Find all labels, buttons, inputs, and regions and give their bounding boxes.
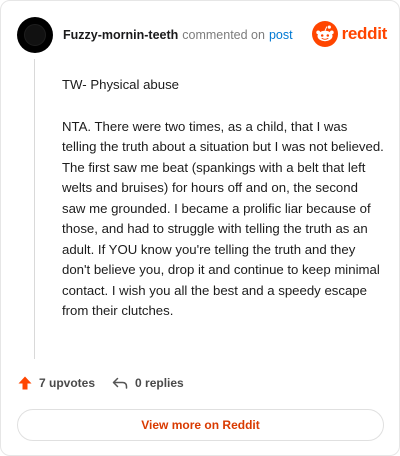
commented-on-text: commented on <box>182 28 265 42</box>
thread-line <box>34 59 35 359</box>
view-more-on-reddit-button[interactable]: View more on Reddit <box>17 409 384 441</box>
reddit-wordmark: reddit <box>341 24 388 43</box>
reddit-logo[interactable]: reddit <box>311 21 388 47</box>
reply-button[interactable]: 0 replies <box>111 376 184 390</box>
upvote-count: 7 upvotes <box>39 376 96 390</box>
reply-count: 0 replies <box>135 376 184 390</box>
comment-paragraph: TW- Physical abuse <box>62 77 180 92</box>
comment-paragraph: NTA. There were two times, as a child, t… <box>62 118 384 319</box>
comment-body: TW- Physical abuse NTA. There were two t… <box>62 75 384 343</box>
avatar[interactable] <box>17 17 53 53</box>
comment-meta: Fuzzy-mornin-teeth commented on post <box>63 28 293 42</box>
reply-arrow-icon <box>112 377 128 389</box>
reddit-comment-embed: Fuzzy-mornin-teeth commented on post red… <box>0 0 400 456</box>
post-link[interactable]: post <box>269 28 293 42</box>
avatar-image <box>24 24 46 46</box>
upvote-arrow-icon <box>18 376 32 390</box>
upvote-button[interactable]: 7 upvotes <box>17 375 95 391</box>
comment-header: Fuzzy-mornin-teeth commented on post red… <box>17 15 387 55</box>
comment-actions: 7 upvotes 0 replies <box>17 373 184 393</box>
username-link[interactable]: Fuzzy-mornin-teeth <box>63 28 178 42</box>
reddit-snoo-icon <box>311 21 338 47</box>
